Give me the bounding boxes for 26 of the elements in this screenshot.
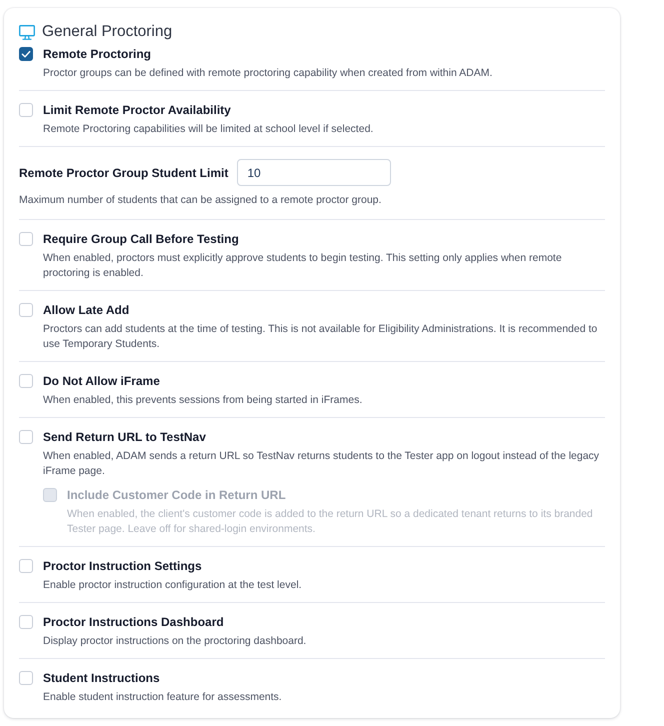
setting-description: Enable student instruction feature for assessments.: [43, 690, 283, 705]
setting-description: When enabled, this prevents sessions from being started in iFrames.: [43, 393, 364, 408]
setting-label: Do Not Allow iFrame: [43, 373, 161, 390]
checkbox[interactable]: [19, 47, 33, 61]
setting-label: Remote Proctoring: [43, 46, 152, 63]
setting-description: When enabled, ADAM sends a return URL so TestNav returns students to the Tester app on logout instead of the legacy iFrame page.: [43, 449, 600, 479]
section-title: General Proctoring: [42, 22, 172, 42]
setting-label: Limit Remote Proctor Availability: [43, 102, 232, 119]
setting-description: When enabled, the client's customer code is added to the return URL so a dedicated tenant returns to its branded Tester page. Leave off for shared-login environments.: [67, 507, 594, 537]
setting-label: Allow Late Add: [43, 302, 130, 319]
setting-label: Proctor Instruction Settings: [43, 558, 203, 575]
number-input[interactable]: 10: [237, 159, 392, 186]
setting-description: Proctors can add students at the time of testing. This is not available for Eligibility Administrations. It is recommended to use Temporary Students.: [43, 322, 598, 352]
setting-label: Proctor Instructions Dashboard: [43, 614, 225, 631]
setting-description: Enable proctor instruction configuration at the test level.: [43, 578, 303, 593]
setting-description: When enabled, proctors must explicitly approve students to begin testing. This setting only applies when remote proctoring is enabled.: [43, 251, 563, 281]
monitor-icon: [19, 24, 35, 40]
setting-description: Proctor groups can be defined with remote proctoring capability when created from within ADAM.: [43, 66, 494, 81]
setting-description: Maximum number of students that can be assigned to a remote proctor group.: [19, 193, 382, 208]
field-label: Remote Proctor Group Student Limit: [19, 164, 228, 182]
setting-label: Send Return URL to TestNav: [43, 429, 207, 446]
setting-description: Display proctor instructions on the proctoring dashboard.: [43, 634, 308, 649]
setting-description: Remote Proctoring capabilities will be limited at school level if selected.: [43, 122, 374, 137]
setting-label: Student Instructions: [43, 670, 161, 687]
setting-label: Include Customer Code in Return URL: [67, 487, 287, 504]
setting-label: Require Group Call Before Testing: [43, 231, 240, 248]
